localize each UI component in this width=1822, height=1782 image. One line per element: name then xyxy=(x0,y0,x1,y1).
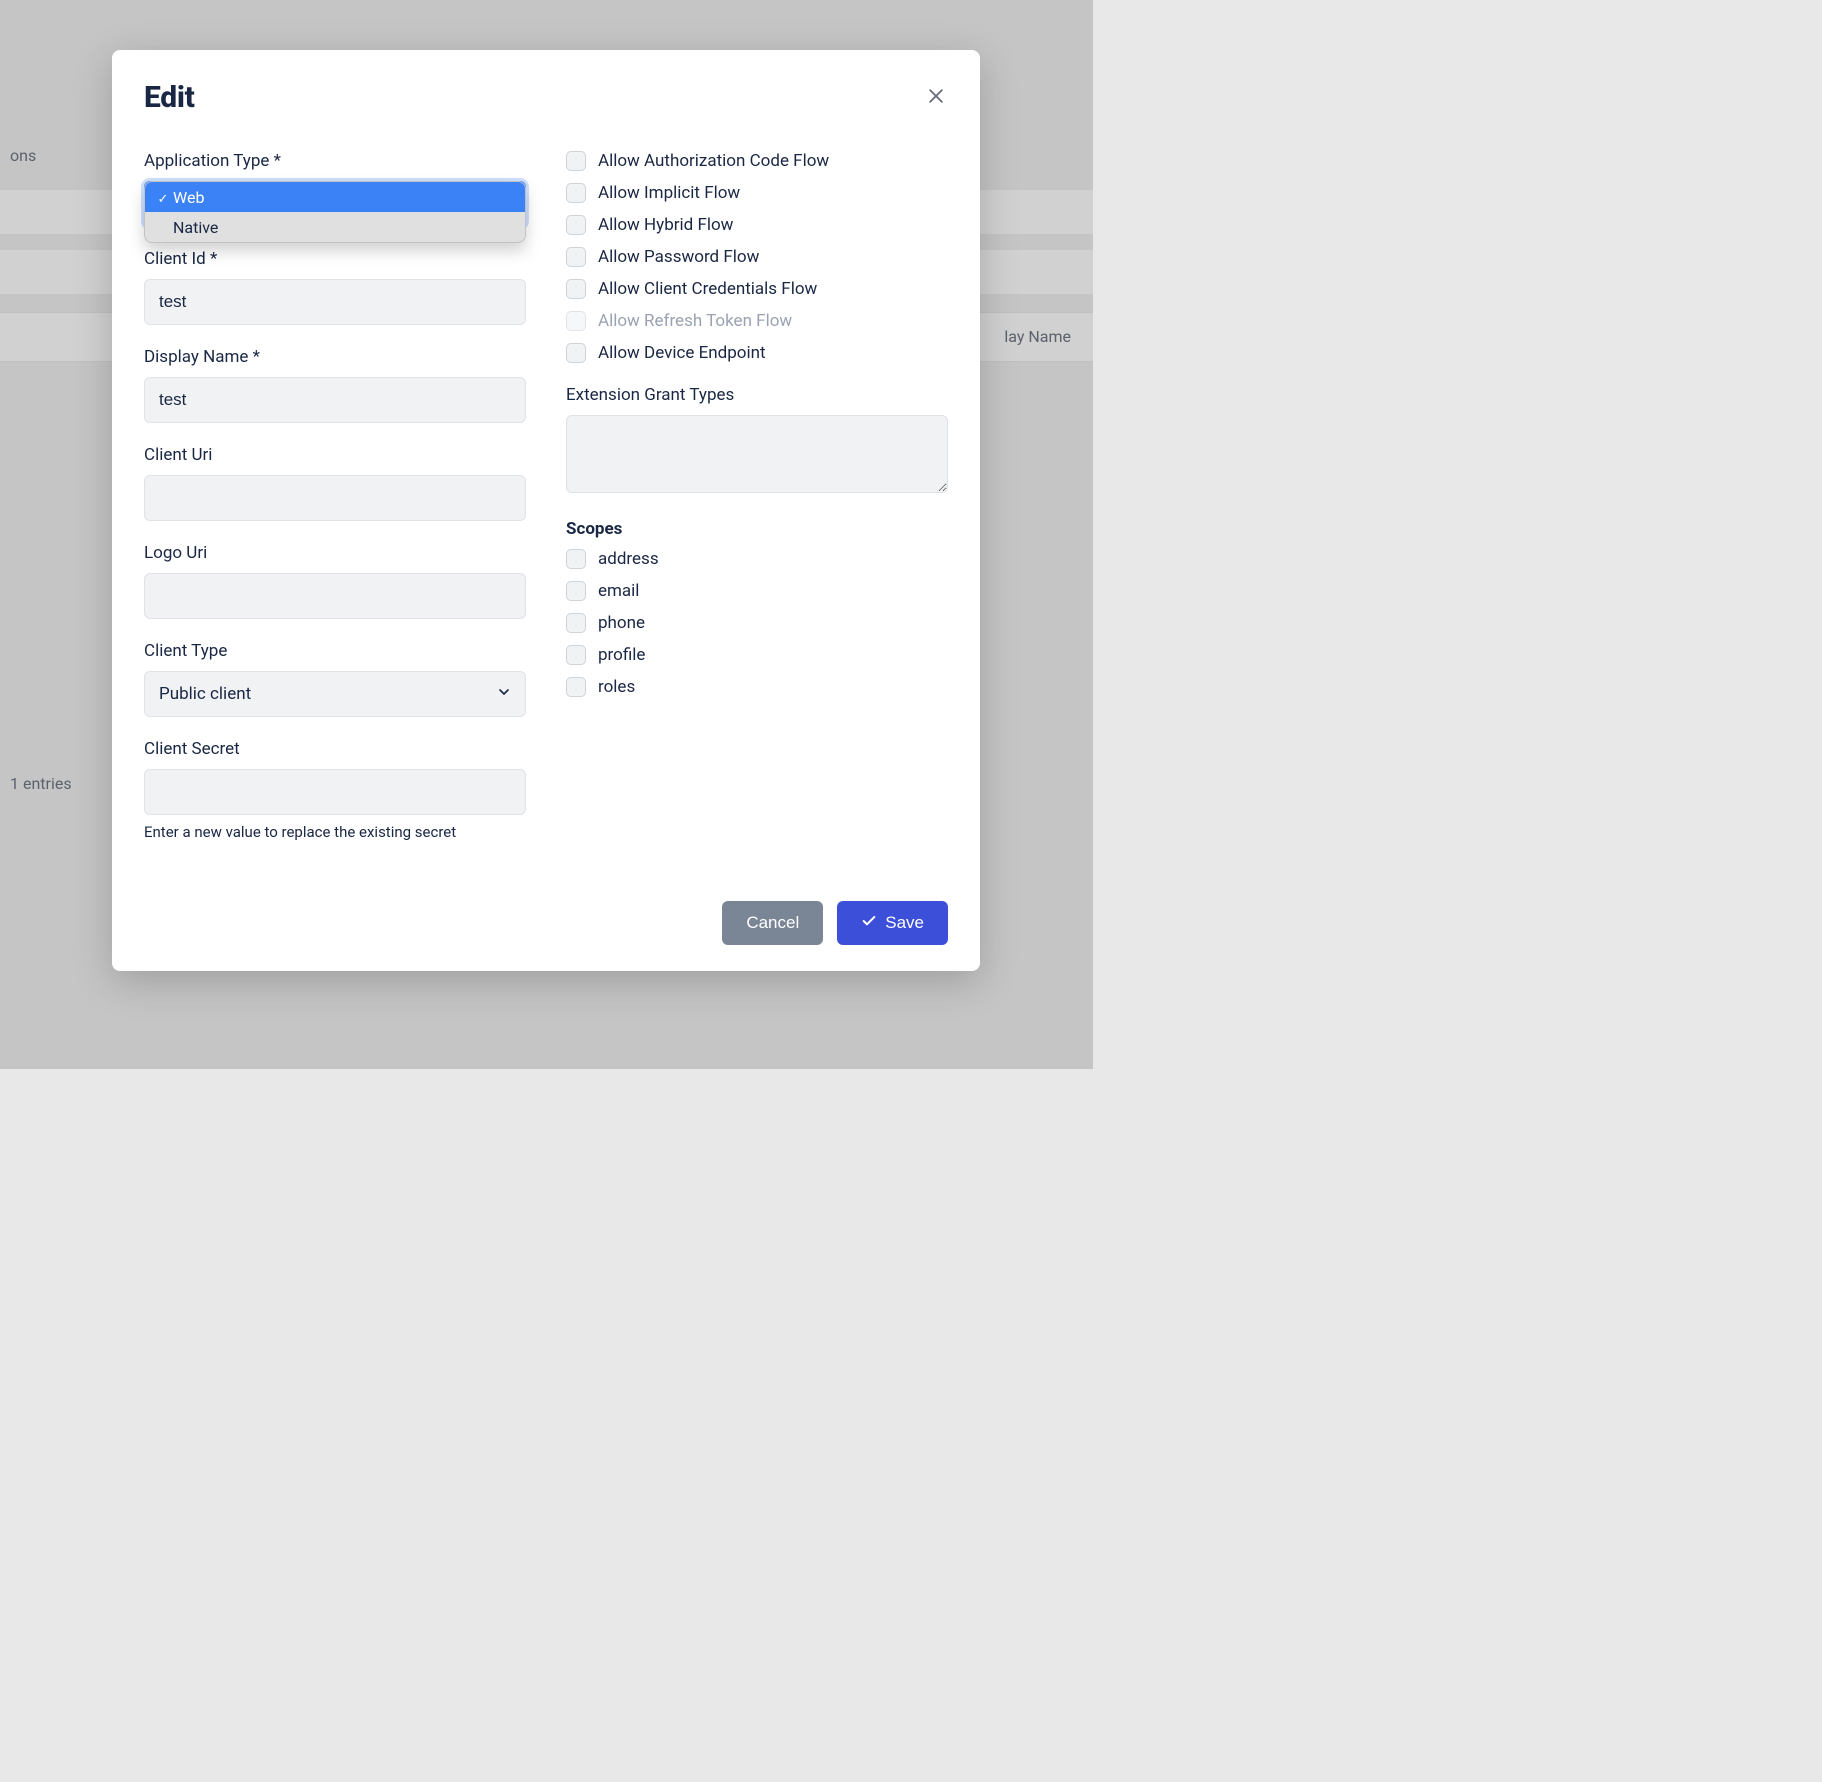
flow-label: Allow Refresh Token Flow xyxy=(598,311,792,331)
scope-row: profile xyxy=(566,645,948,665)
modal-body: Application Type * Web Native xyxy=(144,151,948,841)
flow-row: Allow Client Credentials Flow xyxy=(566,279,948,299)
scope-label: profile xyxy=(598,645,645,665)
application-type-group: Application Type * Web Native xyxy=(144,151,526,227)
flow-label: Allow Device Endpoint xyxy=(598,343,766,363)
scopes-list: address email phone profile roles xyxy=(566,549,948,697)
modal-footer: Cancel Save xyxy=(144,901,948,945)
close-button[interactable] xyxy=(924,84,948,108)
client-secret-input[interactable] xyxy=(144,769,526,815)
client-uri-label: Client Uri xyxy=(144,445,526,465)
check-icon xyxy=(861,913,877,934)
client-id-group: Client Id * xyxy=(144,249,526,325)
client-id-input[interactable] xyxy=(144,279,526,325)
scope-row: phone xyxy=(566,613,948,633)
checkbox[interactable] xyxy=(566,549,586,569)
right-column: Allow Authorization Code Flow Allow Impli… xyxy=(566,151,948,841)
flow-row: Allow Device Endpoint xyxy=(566,343,948,363)
flow-label: Allow Hybrid Flow xyxy=(598,215,733,235)
checkbox[interactable] xyxy=(566,613,586,633)
save-label: Save xyxy=(885,913,924,933)
modal-header: Edit xyxy=(144,80,948,115)
checkbox[interactable] xyxy=(566,677,586,697)
logo-uri-group: Logo Uri xyxy=(144,543,526,619)
scope-label: roles xyxy=(598,677,635,697)
checkbox[interactable] xyxy=(566,581,586,601)
flow-label: Allow Client Credentials Flow xyxy=(598,279,817,299)
scope-label: address xyxy=(598,549,659,569)
checkbox xyxy=(566,311,586,331)
flow-row: Allow Implicit Flow xyxy=(566,183,948,203)
modal-title: Edit xyxy=(144,80,195,115)
flow-label: Allow Implicit Flow xyxy=(598,183,740,203)
display-name-label: Display Name * xyxy=(144,347,526,367)
scope-row: email xyxy=(566,581,948,601)
client-id-label: Client Id * xyxy=(144,249,526,269)
checkbox[interactable] xyxy=(566,183,586,203)
logo-uri-input[interactable] xyxy=(144,573,526,619)
flow-label: Allow Password Flow xyxy=(598,247,759,267)
client-type-value: Public client xyxy=(159,684,251,704)
client-uri-group: Client Uri xyxy=(144,445,526,521)
flow-row: Allow Authorization Code Flow xyxy=(566,151,948,171)
client-secret-group: Client Secret Enter a new value to repla… xyxy=(144,739,526,841)
client-type-group: Client Type Public client xyxy=(144,641,526,717)
flow-label: Allow Authorization Code Flow xyxy=(598,151,829,171)
application-type-dropdown: Web Native xyxy=(144,181,526,243)
checkbox[interactable] xyxy=(566,279,586,299)
client-type-label: Client Type xyxy=(144,641,526,661)
client-type-select[interactable]: Public client xyxy=(144,671,526,717)
flow-row: Allow Hybrid Flow xyxy=(566,215,948,235)
checkbox[interactable] xyxy=(566,247,586,267)
scope-label: email xyxy=(598,581,639,601)
scope-row: roles xyxy=(566,677,948,697)
flow-row: Allow Refresh Token Flow xyxy=(566,311,948,331)
scope-row: address xyxy=(566,549,948,569)
client-secret-label: Client Secret xyxy=(144,739,526,759)
extension-grant-label: Extension Grant Types xyxy=(566,385,948,405)
left-column: Application Type * Web Native xyxy=(144,151,526,841)
cancel-button[interactable]: Cancel xyxy=(722,901,823,945)
client-secret-help: Enter a new value to replace the existin… xyxy=(144,823,526,841)
application-type-option-web[interactable]: Web xyxy=(145,182,525,212)
application-type-label: Application Type * xyxy=(144,151,526,171)
checkbox[interactable] xyxy=(566,151,586,171)
edit-modal: Edit Application Type * Web xyxy=(112,50,980,971)
checkbox[interactable] xyxy=(566,645,586,665)
option-label: Native xyxy=(173,218,218,237)
client-uri-input[interactable] xyxy=(144,475,526,521)
flows-list: Allow Authorization Code Flow Allow Impli… xyxy=(566,151,948,363)
display-name-input[interactable] xyxy=(144,377,526,423)
checkbox[interactable] xyxy=(566,215,586,235)
display-name-group: Display Name * xyxy=(144,347,526,423)
save-button[interactable]: Save xyxy=(837,901,948,945)
application-type-option-native[interactable]: Native xyxy=(145,212,525,242)
scopes-label: Scopes xyxy=(566,519,948,539)
scope-label: phone xyxy=(598,613,645,633)
option-label: Web xyxy=(173,188,204,207)
checkbox[interactable] xyxy=(566,343,586,363)
cancel-label: Cancel xyxy=(746,913,799,933)
logo-uri-label: Logo Uri xyxy=(144,543,526,563)
flow-row: Allow Password Flow xyxy=(566,247,948,267)
extension-grant-input[interactable] xyxy=(566,415,948,493)
